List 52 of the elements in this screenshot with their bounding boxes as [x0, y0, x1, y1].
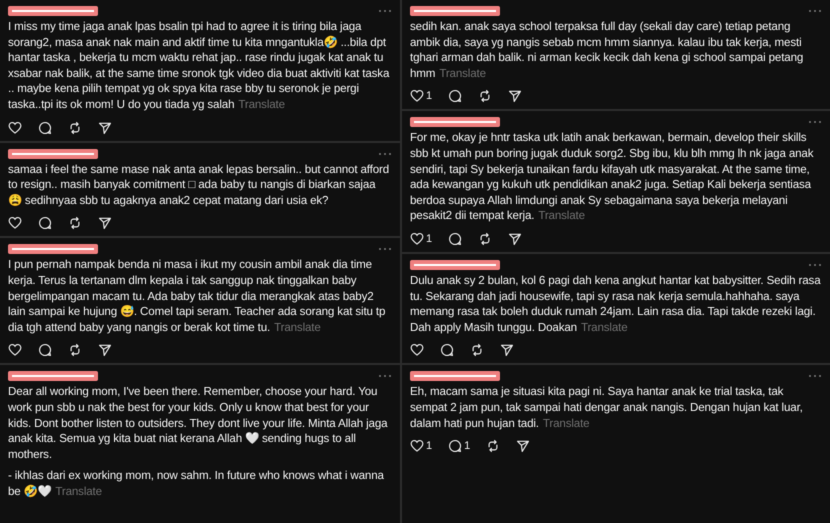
heart-button[interactable]: 1 — [410, 439, 432, 454]
translate-link[interactable]: Translate — [538, 209, 585, 222]
repost-button[interactable] — [486, 439, 500, 454]
translate-link[interactable]: Translate — [580, 320, 628, 334]
translate-link[interactable]: Translate — [55, 484, 102, 498]
more-icon[interactable] — [378, 374, 392, 378]
send-button[interactable] — [98, 216, 112, 230]
comment-button[interactable] — [38, 343, 52, 358]
send-button[interactable] — [508, 89, 522, 104]
repost-button[interactable] — [68, 120, 82, 135]
comment-button[interactable] — [38, 216, 52, 230]
more-icon[interactable] — [808, 374, 822, 378]
repost-button[interactable] — [68, 216, 82, 230]
comment-text: I pun pernah nampak benda ni masa i ikut my cousin ambil anak dia time kerja. Terus la tertanam dlm kepala i tak sanggup nak tinggalkan baby bergelimpangan macam tu. Ada baby tak tidur dia merangkak atas baby2 lain sampai ke hujung 😅. Comel tapi seram. Teacher ada sorang kat situ tp dia tgh attend baby yang nangis or berak kot time tu. Translate — [8, 257, 386, 336]
more-icon[interactable] — [808, 262, 822, 267]
more-icon[interactable] — [808, 120, 822, 124]
comment-text: samaa i feel the same mase nak anta anak lepas bersalin.. but cannot afford to resign.. masih banyak comitment □ ada baby tu nangis di biarkan sajaa 😩 sedihnyaa sbb tu agaknya anak2 cepat matang dari usia ek? — [8, 162, 390, 208]
send-button[interactable] — [500, 343, 514, 358]
heart-button[interactable] — [8, 216, 22, 230]
comment-button[interactable]: 1 — [448, 439, 470, 454]
more-icon[interactable] — [378, 152, 392, 156]
comment-text: I miss my time jaga anak lpas bsalin tpi had to agree it is tiring bila jaga sorang2, masa anak nak main and aktif time tu kita mngantukla🤣 ...bila dpt hantar taska , bekerja tu mcm waktu rehat jap.. rase rindu jugak kat anak tu xsabar nak balik, at the same time sronok tgk video dia buat aktiviti kat taska .. maybe kena pilih tempat yg ok spya kita rase bby tu seronok je pergi taska..tpi its ok mom! U do you tiada yg salah Translate — [8, 19, 390, 113]
comment-button[interactable] — [448, 89, 462, 104]
comment-button[interactable] — [440, 343, 454, 358]
comment-button[interactable] — [448, 232, 462, 246]
more-icon[interactable] — [808, 9, 822, 13]
heart-button[interactable] — [410, 343, 424, 358]
comment-text: For me, okay je hntr taska utk latih anak berkawan, bermain, develop their skills sbb kt umah pun boring jugak duduk sorg2. Sbg ibu, klu blh mmg lh nk jaga anak sendiri, tapi Sy bekerja tunaikan fardu kifayah utk masyarakat. At the same time, ada kewangan yg kukuh utk pendidikan anak2 juga. Setiap Kali bekerja sentiasa berdoa supaya Allah limdungi anak Sy sebagaimana saya bekerja melayani pesakit2 dii tempat kerja. Translate — [410, 130, 814, 224]
comment-text: Dear all working mom, I've been there. Remember, choose your hard. You work pun sbb u nak the best for your kids. Only u know that best for your kids. Dont bother listen to outsiders. They dont live your life. Minta Allah jaga anak kita. Semua yg kita buat niat kerana Allah 🤍 sending hugs to all mothers. — [8, 384, 388, 462]
repost-button[interactable] — [478, 89, 492, 104]
send-button[interactable] — [508, 232, 522, 246]
translate-link[interactable]: Translate — [542, 416, 590, 430]
repost-button[interactable] — [470, 343, 484, 358]
translate-link[interactable]: Translate — [439, 66, 486, 80]
send-button[interactable] — [98, 343, 112, 358]
translate-link[interactable]: Translate — [274, 320, 321, 334]
heart-button[interactable]: 1 — [410, 89, 432, 104]
send-button[interactable] — [98, 120, 112, 135]
heart-button[interactable]: 1 — [410, 232, 432, 246]
comment-button[interactable] — [38, 120, 52, 135]
repost-button[interactable] — [68, 343, 82, 358]
comment-text: sedih kan. anak saya school terpaksa full day (sekali day care) tetiap petang ambik dia, saya yg nangis sebab mcm hmm siannya. kalau ibu tak kerja, mesti tghari arman dah balik. ni arman kecik kecik dah kena gi school sampai petang hmm Translate — [410, 19, 804, 82]
comment-text: Dulu anak sy 2 bulan, kol 6 pagi dah kena angkut hantar kat babysitter. Sedih rasa tu. Sekarang dah jadi housewife, tapi sy rasa nak kerja semula.hahhaha. saya memang rasa tak boleh duduk rumah 24jam. Lain rasa dia. Tapi takde rezeki lagi. Dah apply Masih tunggu. Doakan Translate — [410, 272, 822, 336]
repost-button[interactable] — [478, 232, 492, 246]
comment-text: Eh, macam sama je situasi kita pagi ni. Saya hantar anak ke trial taska, tak sempat 2 jam pun, tak sampai hati dengar anak nangis. Dengan hujan kat luar, dalam hati pun hujan tadi. Translate — [410, 384, 804, 432]
send-button[interactable] — [516, 439, 530, 454]
more-icon[interactable] — [378, 247, 392, 252]
comment-text: - ikhlas dari ex working mom, now sahm. In future who knows what i wanna be 🤣🤍 Translate — [8, 468, 385, 500]
heart-button[interactable] — [8, 343, 22, 358]
translate-link[interactable]: Translate — [238, 98, 285, 111]
more-icon[interactable] — [378, 9, 392, 13]
heart-button[interactable] — [8, 120, 22, 135]
